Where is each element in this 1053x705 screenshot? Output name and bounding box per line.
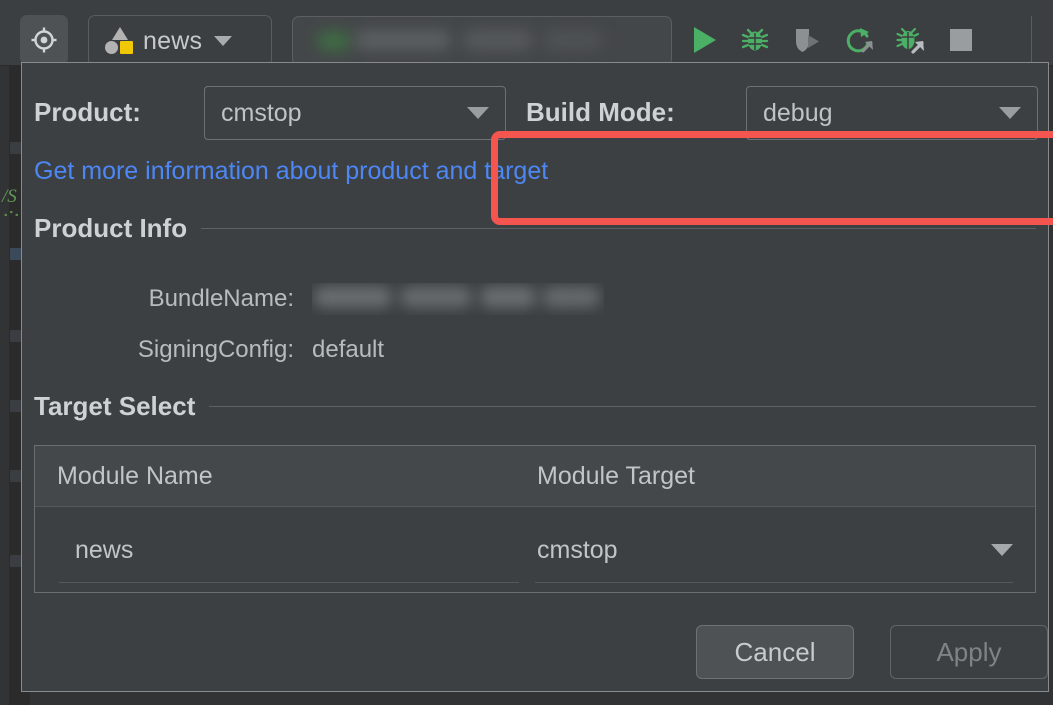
module-shapes-icon <box>105 27 135 55</box>
cell-module-target: cmstop <box>537 535 618 564</box>
redacted-block <box>543 30 603 50</box>
build-mode-dropdown[interactable]: debug <box>746 86 1038 140</box>
redacted-block <box>314 287 392 307</box>
build-mode-dropdown-value: debug <box>763 98 833 127</box>
app-root: /S news Product: cmstop Build Mode: debu… <box>0 0 1053 705</box>
module-selector-button[interactable]: news <box>88 15 272 67</box>
redacted-block <box>317 31 351 51</box>
run-configuration-field[interactable] <box>292 16 672 66</box>
editor-marker <box>10 142 21 154</box>
product-dropdown-value: cmstop <box>221 98 302 127</box>
column-header-module-name: Module Name <box>57 461 213 490</box>
editor-gutter <box>0 60 9 705</box>
module-selector-label: news <box>143 26 203 55</box>
section-divider <box>201 228 1036 229</box>
chevron-down-icon[interactable] <box>991 544 1013 556</box>
table-header-row: Module Name Module Target <box>35 446 1035 507</box>
product-label: Product: <box>34 97 141 127</box>
editor-code-fragment: /S <box>2 186 17 207</box>
redacted-block <box>463 30 533 50</box>
cell-divider <box>535 582 1013 583</box>
product-info-section-header: Product Info <box>34 213 1036 244</box>
shield-play-icon[interactable] <box>792 25 822 55</box>
bundle-name-value-redacted <box>312 283 604 315</box>
chevron-down-icon <box>467 107 489 119</box>
cancel-button[interactable]: Cancel <box>696 625 854 679</box>
target-select-table: Module Name Module Target news cmstop <box>34 445 1036 593</box>
editor-marker <box>10 248 21 260</box>
cell-module-name: news <box>75 535 134 564</box>
bug-icon[interactable] <box>740 25 770 55</box>
crosshair-target-icon <box>31 27 57 53</box>
toolbar-divider <box>1031 16 1032 62</box>
redacted-block <box>480 287 536 307</box>
select-device-button[interactable] <box>20 15 68 65</box>
refresh-arrow-icon[interactable] <box>844 25 874 55</box>
apply-button[interactable]: Apply <box>890 625 1048 679</box>
table-row[interactable]: news cmstop <box>35 507 1035 592</box>
toolbar-action-icons <box>690 15 974 65</box>
product-target-dialog: Product: cmstop Build Mode: debug Get mo… <box>21 62 1053 692</box>
column-header-module-target: Module Target <box>537 461 695 490</box>
editor-marker <box>10 470 21 482</box>
chevron-down-icon <box>214 36 233 46</box>
product-info-title: Product Info <box>34 213 188 243</box>
annotation-highlight-box <box>491 131 1053 225</box>
play-triangle-icon[interactable] <box>690 25 718 55</box>
section-divider <box>209 406 1036 407</box>
bundle-name-label: BundleName: <box>148 285 294 312</box>
product-dropdown[interactable]: cmstop <box>204 86 506 140</box>
main-toolbar: news <box>0 0 1053 67</box>
build-mode-label: Build Mode: <box>526 97 675 127</box>
chevron-down-icon <box>999 107 1021 119</box>
target-select-section-header: Target Select <box>34 391 1036 422</box>
target-select-title: Target Select <box>34 391 196 421</box>
product-row: Product: cmstop Build Mode: debug <box>34 81 1038 143</box>
bug-arrow-icon[interactable] <box>896 25 926 55</box>
cell-divider <box>59 582 519 583</box>
redacted-block <box>400 287 472 307</box>
signing-config-value: default <box>312 336 385 363</box>
editor-marker <box>10 400 21 412</box>
editor-marker <box>10 330 21 342</box>
stop-square-icon[interactable] <box>948 27 974 53</box>
redacted-block <box>542 287 600 307</box>
redacted-block <box>355 30 451 50</box>
editor-marker <box>10 555 21 567</box>
signing-config-label: SigningConfig: <box>137 336 294 363</box>
product-target-info-link[interactable]: Get more information about product and t… <box>34 157 548 186</box>
